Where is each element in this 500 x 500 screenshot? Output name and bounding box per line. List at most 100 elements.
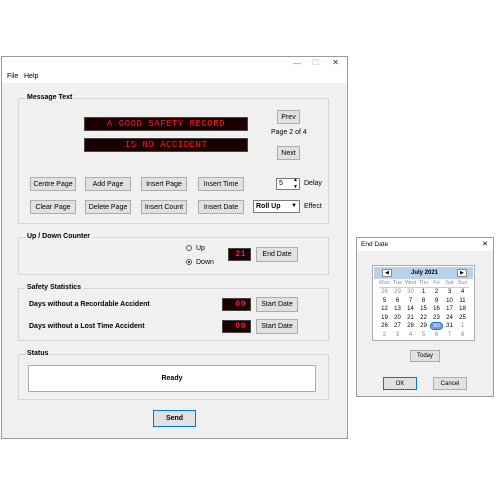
start-date-button-1[interactable]: Start Date	[256, 297, 298, 312]
calendar-day[interactable]: 29	[392, 289, 403, 295]
stat-lost-time-value: 00	[222, 320, 251, 333]
effect-label: Effect	[304, 203, 322, 210]
weekday-fri: Fri	[433, 280, 440, 286]
insert-time-button[interactable]: Insert Time	[198, 177, 244, 191]
radio-down[interactable]	[186, 259, 192, 265]
dialog-close-icon[interactable]: ✕	[482, 240, 488, 248]
calendar-day[interactable]: 4	[405, 332, 416, 338]
calendar-day[interactable]: 12	[379, 306, 390, 312]
close-icon[interactable]: ✕	[332, 58, 339, 67]
calendar-day[interactable]: 2	[379, 332, 390, 338]
calendar-day[interactable]: 26	[379, 323, 390, 329]
effect-value: Roll Up	[256, 203, 281, 210]
calendar-day[interactable]: 14	[405, 306, 416, 312]
cancel-button[interactable]: Cancel	[433, 377, 467, 390]
prev-button[interactable]: Prev	[277, 110, 300, 124]
counter-value: 21	[228, 248, 251, 261]
calendar-day[interactable]: 1	[457, 323, 468, 329]
calendar-day[interactable]: 3	[444, 289, 455, 295]
clear-page-button[interactable]: Clear Page	[30, 200, 76, 214]
led-line-2: IS NO ACCIDENT	[84, 138, 248, 152]
calendar-day[interactable]: 7	[405, 298, 416, 304]
next-month-button[interactable]: ▶	[457, 269, 467, 277]
today-button[interactable]: Today	[410, 350, 440, 362]
calendar-day[interactable]: 10	[444, 298, 455, 304]
status-title: Status	[25, 350, 51, 357]
calendar-day[interactable]: 5	[379, 298, 390, 304]
calendar-day[interactable]: 30	[430, 322, 443, 331]
delete-page-button[interactable]: Delete Page	[85, 200, 131, 214]
calendar-day[interactable]: 15	[418, 306, 429, 312]
spin-down-icon[interactable]: ▼	[293, 184, 298, 190]
menu-bar: File Help	[2, 71, 347, 83]
calendar-day[interactable]: 9	[431, 298, 442, 304]
insert-page-button[interactable]: Insert Page	[141, 177, 187, 191]
calendar-day[interactable]: 17	[444, 306, 455, 312]
effect-select[interactable]: Roll Up ▼	[253, 200, 300, 213]
calendar-day[interactable]: 24	[444, 315, 455, 321]
calendar-day[interactable]: 27	[392, 323, 403, 329]
calendar-day[interactable]: 5	[418, 332, 429, 338]
ok-button[interactable]: OK	[383, 377, 417, 390]
dialog-titlebar: End Date ✕	[357, 238, 493, 251]
calendar-day[interactable]: 6	[392, 298, 403, 304]
stat-recordable-label: Days without a Recordable Accident	[29, 301, 150, 308]
status-text: Ready	[161, 375, 183, 382]
calendar-day[interactable]: 8	[418, 298, 429, 304]
calendar-day[interactable]: 28	[379, 289, 390, 295]
weekday-mon: Mon	[379, 280, 390, 286]
calendar-day[interactable]: 18	[457, 306, 468, 312]
calendar-day[interactable]: 1	[418, 289, 429, 295]
add-page-button[interactable]: Add Page	[85, 177, 131, 191]
calendar-day[interactable]: 3	[392, 332, 403, 338]
calendar-day[interactable]: 28	[405, 323, 416, 329]
calendar-day[interactable]: 29	[418, 323, 429, 329]
dialog-title: End Date	[361, 241, 389, 248]
weekday-sat: Sat	[445, 280, 454, 286]
message-text-title: Message Text	[25, 94, 75, 101]
calendar-day[interactable]: 11	[457, 298, 468, 304]
end-date-button[interactable]: End Date	[256, 247, 298, 262]
stats-title: Safety Statistics	[25, 284, 84, 291]
insert-count-button[interactable]: Insert Count	[141, 200, 187, 214]
next-button[interactable]: Next	[277, 146, 300, 160]
menu-file[interactable]: File	[7, 73, 18, 80]
calendar-day[interactable]: 2	[431, 289, 442, 295]
calendar-day[interactable]: 4	[457, 289, 468, 295]
calendar-day[interactable]: 8	[457, 332, 468, 338]
led-line-1: A GOOD SAFETY RECORD	[84, 117, 248, 131]
send-button[interactable]: Send	[153, 410, 196, 427]
minimize-icon[interactable]: —	[293, 59, 301, 68]
calendar-day[interactable]: 25	[457, 315, 468, 321]
start-date-button-2[interactable]: Start Date	[256, 319, 298, 334]
spin-up-icon[interactable]: ▲	[293, 177, 298, 183]
prev-month-button[interactable]: ◀	[382, 269, 392, 277]
calendar-day[interactable]: 31	[444, 323, 455, 329]
menu-help[interactable]: Help	[24, 73, 38, 80]
weekday-divider	[379, 287, 469, 288]
calendar-day[interactable]: 7	[444, 332, 455, 338]
calendar-day[interactable]: 23	[431, 315, 442, 321]
calendar-day[interactable]: 20	[392, 315, 403, 321]
delay-label: Delay	[304, 180, 322, 187]
calendar-day[interactable]: 21	[405, 315, 416, 321]
weekday-tue: Tue	[392, 280, 403, 286]
calendar: ◀ July 2021 ▶ Mon Tue Wed Thu Fri Sat Sun 28 29 3…	[372, 265, 475, 341]
status-box: Ready	[28, 365, 316, 392]
calendar-day[interactable]: 19	[379, 315, 390, 321]
radio-down-label: Down	[196, 259, 214, 266]
calendar-month[interactable]: July 2021	[411, 270, 438, 276]
calendar-day[interactable]: 16	[431, 306, 442, 312]
prev-month-icon: ◀	[385, 270, 389, 276]
calendar-day[interactable]: 22	[418, 315, 429, 321]
chevron-down-icon[interactable]: ▼	[291, 203, 297, 209]
calendar-day[interactable]: 6	[431, 332, 442, 338]
main-titlebar: — ☐ ✕	[2, 57, 347, 71]
calendar-day[interactable]: 30	[405, 289, 416, 295]
delay-spinner[interactable]: 5 ▲ ▼	[276, 177, 300, 190]
insert-date-button[interactable]: Insert Date	[198, 200, 244, 214]
radio-up[interactable]	[186, 245, 192, 251]
centre-page-button[interactable]: Centre Page	[30, 177, 76, 191]
maximize-icon[interactable]: ☐	[312, 58, 319, 67]
calendar-day[interactable]: 13	[392, 306, 403, 312]
